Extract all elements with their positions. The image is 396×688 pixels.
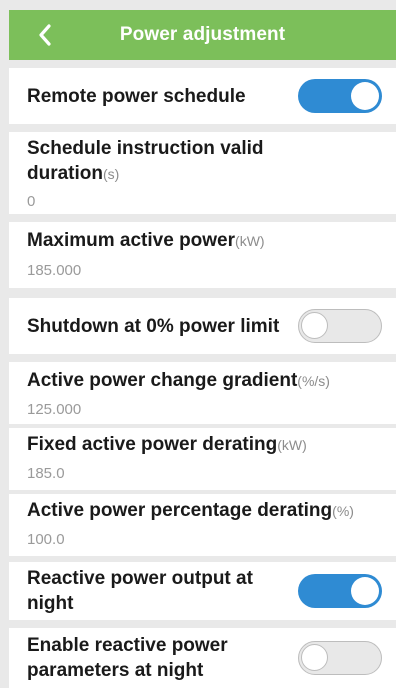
setting-label: Active power change gradient(%/s) (27, 370, 330, 391)
remote-power-schedule-toggle[interactable] (298, 79, 382, 113)
setting-value: 0 (27, 193, 36, 210)
setting-value: 185.0 (27, 465, 65, 482)
toggle-knob (301, 644, 328, 671)
setting-active-power-gradient[interactable]: Active power change gradient(%/s) 125.00… (9, 362, 396, 424)
setting-label: Shutdown at 0% power limit (27, 315, 280, 337)
setting-fixed-active-power-derating[interactable]: Fixed active power derating(kW) 185.0 (9, 428, 396, 490)
setting-value: 185.000 (27, 262, 82, 279)
setting-label: Remote power schedule (27, 85, 246, 107)
shutdown-zero-power-toggle[interactable] (298, 309, 382, 343)
unit-label: (kW) (235, 233, 265, 249)
setting-label: Maximum active power(kW) (27, 230, 265, 251)
setting-label: Reactive power output at night (27, 568, 253, 614)
toggle-knob (351, 577, 379, 605)
setting-remote-power-schedule[interactable]: Remote power schedule (9, 68, 396, 124)
setting-label: Active power percentage derating(%) (27, 500, 354, 521)
setting-active-power-percentage-derating[interactable]: Active power percentage derating(%) 100.… (9, 494, 396, 556)
unit-label: (%) (332, 503, 354, 519)
back-button[interactable] (33, 20, 57, 50)
unit-label: (%/s) (297, 373, 330, 389)
toggle-knob (351, 82, 379, 110)
setting-maximum-active-power[interactable]: Maximum active power(kW) 185.000 (9, 222, 396, 288)
settings-list: Remote power schedule Schedule instructi… (9, 60, 396, 688)
reactive-power-night-toggle[interactable] (298, 574, 382, 608)
setting-enable-reactive-power-params-night[interactable]: Enable reactive power parameters at nigh… (9, 628, 396, 688)
toggle-knob (301, 312, 328, 339)
setting-label: Fixed active power derating(kW) (27, 434, 307, 455)
header-bar: Power adjustment (9, 10, 396, 60)
setting-shutdown-zero-power-limit[interactable]: Shutdown at 0% power limit (9, 298, 396, 354)
setting-schedule-instruction-duration[interactable]: Schedule instruction valid duration(s) 0 (9, 132, 396, 214)
unit-label: (s) (103, 166, 120, 182)
setting-reactive-power-night[interactable]: Reactive power output at night (9, 562, 396, 620)
page-title: Power adjustment (119, 24, 286, 45)
unit-label: (kW) (277, 437, 307, 453)
chevron-left-icon (39, 24, 51, 46)
setting-value: 100.0 (27, 531, 65, 548)
setting-label: Enable reactive power parameters at nigh… (27, 635, 228, 681)
setting-label: Schedule instruction valid duration(s) (27, 138, 264, 184)
setting-value: 125.000 (27, 401, 82, 418)
